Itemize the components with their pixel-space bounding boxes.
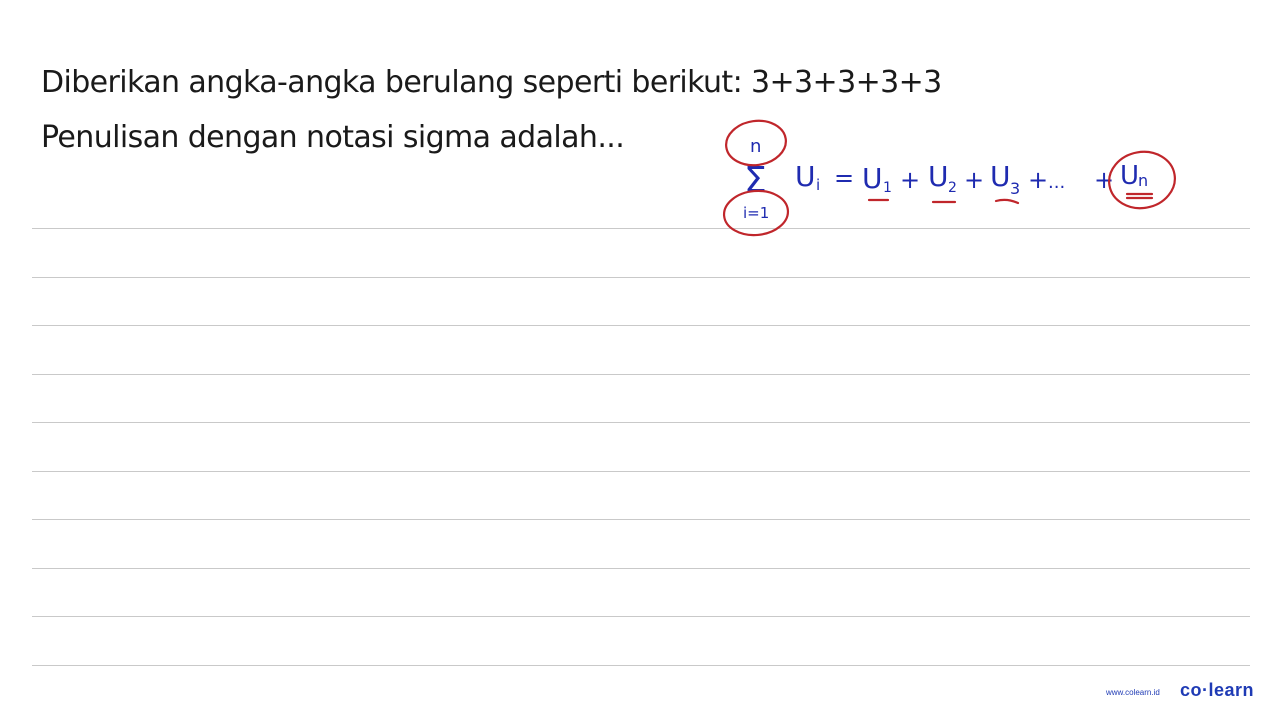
term-un-sub: n <box>1138 171 1148 190</box>
underline-u3 <box>994 198 1020 205</box>
term-u2-sub: 2 <box>948 180 957 196</box>
plus-sign: + <box>964 166 984 194</box>
term-u3-sub: 3 <box>1010 179 1020 198</box>
term-index: i <box>816 176 820 194</box>
term-u2: U <box>928 160 949 193</box>
term-u1: U <box>862 162 883 195</box>
term-un: U <box>1120 161 1139 191</box>
plus-sign: + <box>900 166 920 194</box>
colearn-logo: co·learn <box>1180 680 1255 700</box>
sigma-upper-limit: n <box>750 136 761 157</box>
handwritten-sigma-notation: n Σ i=1 U i = U 1 + U 2 + U 3 + ... + U … <box>722 119 1176 237</box>
ellipsis: ... <box>1048 172 1065 193</box>
term-u3: U <box>990 160 1011 193</box>
sigma-lower-limit: i=1 <box>743 204 769 222</box>
footer-url: www.colearn.id <box>1106 688 1160 697</box>
plus-sign: + <box>1028 166 1048 194</box>
equals-sign: = <box>834 164 854 192</box>
term-u1-sub: 1 <box>883 180 892 196</box>
term-u: U <box>795 160 816 193</box>
